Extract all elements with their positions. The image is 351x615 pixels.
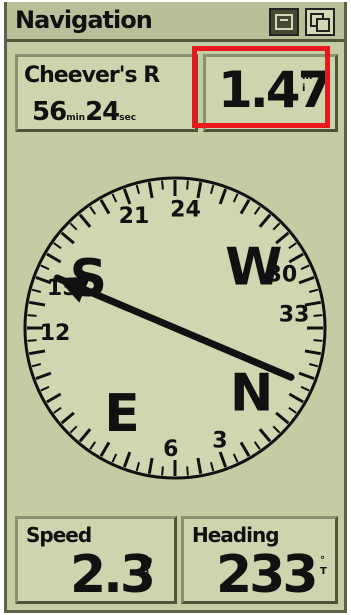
compass-tick (186, 180, 189, 190)
compass-cardinal: N (230, 363, 274, 423)
heading-field[interactable]: Heading 233 °T (181, 516, 338, 604)
heading-unit: °T (320, 555, 327, 577)
compass-tick (186, 466, 189, 476)
compass-tick (161, 180, 164, 190)
speed-unit: mh (142, 555, 153, 577)
speed-value: 2.3 (70, 545, 156, 605)
compass-number: 12 (40, 321, 71, 346)
compass-number: 33 (279, 302, 310, 327)
compass-tick (27, 314, 37, 317)
speed-field[interactable]: Speed 2.3 mh (15, 516, 177, 604)
compass-number: 30 (267, 263, 298, 288)
heading-label: Heading (192, 523, 280, 547)
compass-tick (313, 314, 323, 317)
compass-number: 21 (119, 204, 150, 229)
speed-label: Speed (26, 523, 92, 547)
compass-tick (313, 339, 323, 342)
compass-number: 24 (170, 197, 201, 222)
compass-cardinal: E (104, 384, 140, 444)
compass-tick (27, 339, 37, 342)
distance-highlight (192, 46, 330, 128)
compass-number: 6 (163, 437, 178, 462)
compass-number: 3 (212, 428, 227, 453)
compass-tick (161, 466, 164, 476)
heading-value: 233 (216, 545, 319, 605)
